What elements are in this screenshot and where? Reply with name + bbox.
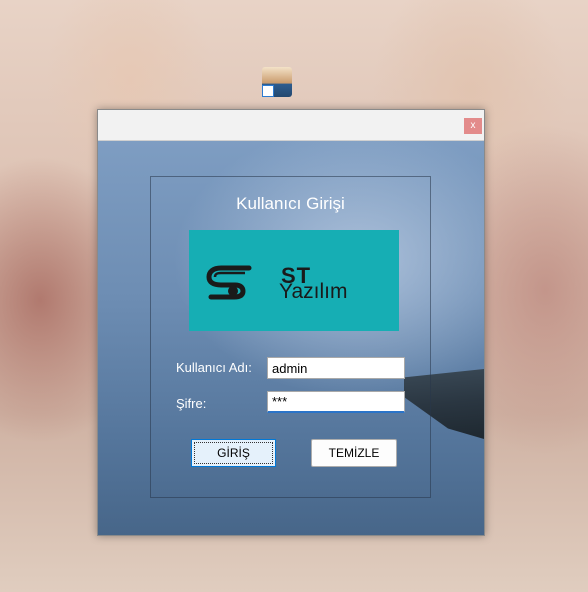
desktop-shortcut[interactable]	[262, 67, 296, 107]
user-shortcut-icon	[262, 67, 292, 97]
title-bar: x	[98, 110, 484, 141]
logo-brand-name: Yazılım	[279, 280, 348, 303]
login-button[interactable]: GİRİŞ	[191, 439, 276, 467]
login-window: x Kullanıcı Girişi ST Yazılım Kullanıcı …	[97, 109, 485, 536]
window-client-area: Kullanıcı Girişi ST Yazılım Kullanıcı Ad…	[98, 141, 484, 535]
desktop-shortcut-caption	[256, 100, 302, 108]
login-title: Kullanıcı Girişi	[236, 194, 345, 213]
login-group-box: Kullanıcı Girişi ST Yazılım Kullanıcı Ad…	[150, 176, 431, 498]
username-label: Kullanıcı Adı:	[176, 360, 252, 375]
close-icon: x	[470, 120, 476, 131]
username-input[interactable]	[267, 357, 405, 379]
close-button[interactable]: x	[464, 118, 482, 134]
password-label: Şifre:	[176, 396, 207, 411]
clear-button[interactable]: TEMİZLE	[311, 439, 397, 467]
logo-mark-icon	[206, 265, 252, 300]
password-input[interactable]	[267, 391, 405, 413]
company-logo: ST Yazılım	[189, 230, 399, 331]
